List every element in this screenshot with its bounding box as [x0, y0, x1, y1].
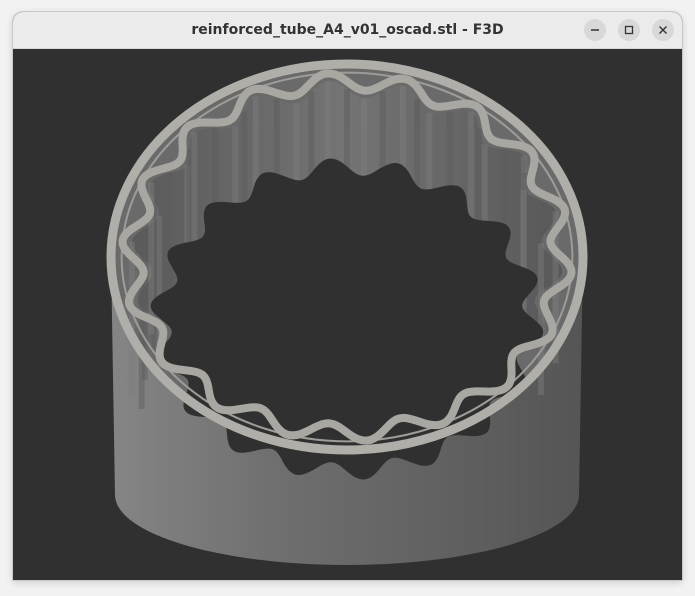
3d-viewport[interactable]	[13, 49, 682, 580]
app-window: reinforced_tube_A4_v01_oscad.stl - F3D	[13, 12, 682, 580]
close-icon	[658, 25, 668, 35]
title-bar[interactable]: reinforced_tube_A4_v01_oscad.stl - F3D	[13, 12, 682, 49]
maximize-icon	[624, 25, 634, 35]
minimize-button[interactable]	[584, 19, 606, 41]
tube-model	[106, 59, 588, 565]
minimize-icon	[590, 25, 600, 35]
window-title: reinforced_tube_A4_v01_oscad.stl - F3D	[191, 22, 504, 38]
maximize-button[interactable]	[618, 19, 640, 41]
close-button[interactable]	[652, 19, 674, 41]
